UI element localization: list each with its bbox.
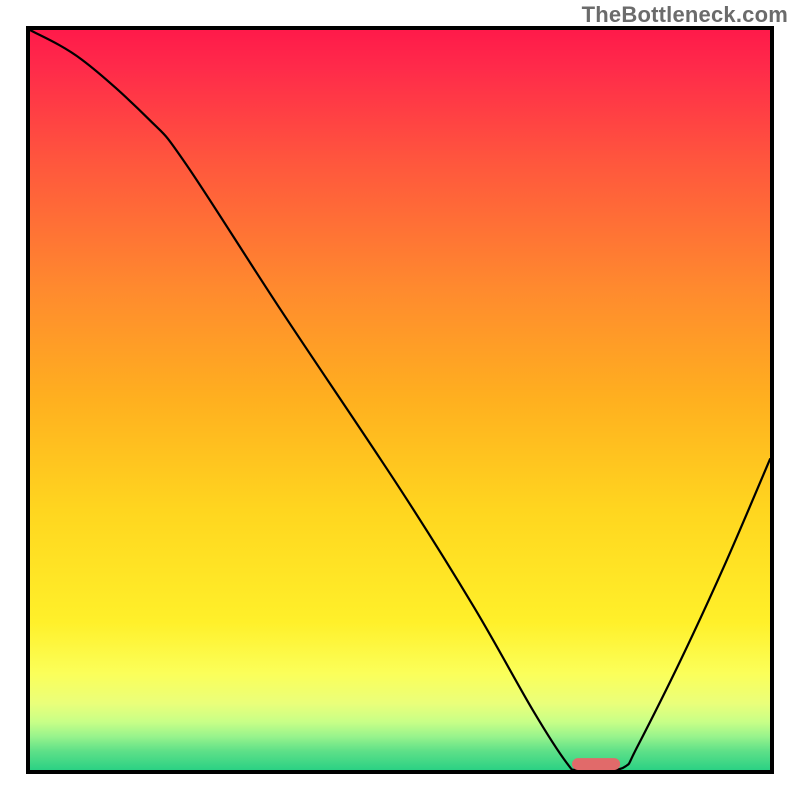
chart-frame [26,26,774,774]
optimal-point-marker [572,758,620,770]
bottleneck-curve [30,30,770,770]
watermark-text: TheBottleneck.com [582,2,788,28]
chart-container: TheBottleneck.com [0,0,800,800]
curve-layer [30,30,770,770]
